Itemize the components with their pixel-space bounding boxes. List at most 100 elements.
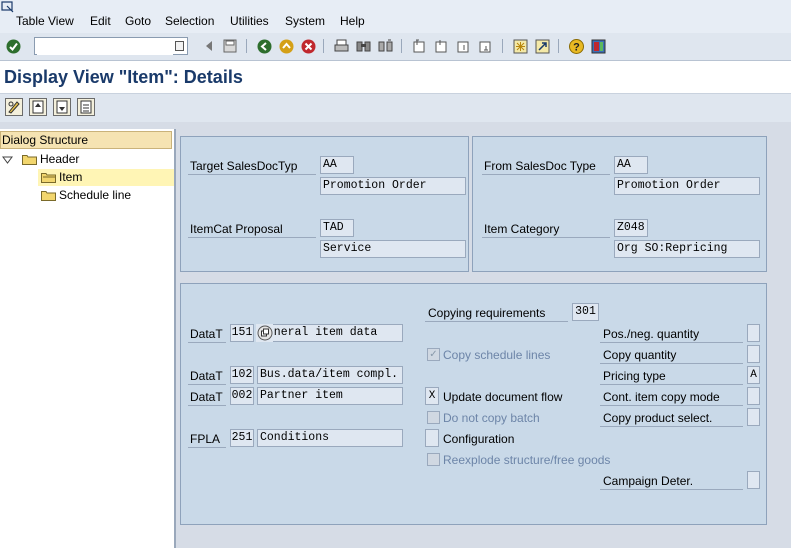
from-sales-doc-label: From SalesDoc Type	[484, 159, 596, 173]
reexplode-label: Reexplode structure/free goods	[443, 453, 611, 467]
command-history-icon[interactable]	[175, 41, 184, 51]
tree-label-schedule-line: Schedule line	[59, 188, 132, 202]
datat-code-field-1[interactable]: 151	[230, 324, 254, 342]
item-category-field[interactable]: Z048	[614, 219, 648, 237]
fpla-desc: Conditions	[257, 429, 403, 447]
page-title: Display View "Item": Details	[4, 67, 243, 87]
document-up-icon	[32, 100, 44, 114]
find-next-icon[interactable]	[377, 38, 393, 54]
do-not-copy-batch-checkbox[interactable]	[427, 411, 440, 424]
svg-text:?: ?	[573, 41, 580, 53]
customize-layout-icon[interactable]	[590, 38, 606, 54]
pricing-type-field[interactable]: A	[747, 366, 760, 384]
copy-quantity-label: Copy quantity	[603, 348, 677, 362]
update-document-flow-label: Update document flow	[443, 390, 563, 404]
value-help-icon	[257, 325, 272, 341]
value-help-button[interactable]	[256, 324, 273, 342]
previous-entry-button[interactable]	[29, 98, 47, 116]
datat-label-1: DataT	[190, 327, 223, 341]
title-bar: Display View "Item": Details	[0, 61, 791, 94]
itemcat-proposal-desc: Service	[320, 240, 466, 258]
next-entry-button[interactable]	[53, 98, 71, 116]
itemcat-proposal-field[interactable]: TAD	[320, 219, 354, 237]
enter-icon[interactable]	[5, 38, 21, 54]
tree-node-schedule-line[interactable]: Schedule line	[41, 187, 131, 203]
help-icon[interactable]: ?	[568, 38, 584, 54]
document-down-icon	[56, 100, 68, 114]
datat-desc-2: Bus.data/item compl.	[257, 366, 403, 384]
tree-node-item[interactable]: Item	[41, 169, 82, 185]
previous-page-icon[interactable]	[433, 38, 449, 54]
reexplode-checkbox[interactable]	[427, 453, 440, 466]
menu-selection[interactable]: Selection	[165, 14, 214, 28]
datat-code-field-2[interactable]: 102	[230, 366, 254, 384]
other-entry-button[interactable]	[77, 98, 95, 116]
menu-help[interactable]: Help	[340, 14, 365, 28]
configuration-label: Configuration	[443, 432, 515, 446]
tree-label-item: Item	[59, 170, 83, 184]
datat-code-field-3[interactable]: 002	[230, 387, 254, 405]
menu-bar: Table View Edit Goto Selection Utilities…	[0, 0, 791, 33]
command-input[interactable]	[37, 39, 173, 55]
arrow-left-icon[interactable]	[201, 38, 217, 54]
standard-toolbar: ?	[0, 33, 791, 61]
do-not-copy-batch-label: Do not copy batch	[443, 411, 540, 425]
copy-schedule-lines-checkbox[interactable]: ✓	[427, 348, 440, 361]
expand-triangle-icon[interactable]	[2, 154, 13, 165]
dialog-structure-tree: Dialog Structure Header Item Schedule li…	[0, 129, 176, 548]
item-category-label: Item Category	[484, 222, 560, 236]
copy-product-select-field[interactable]	[747, 408, 760, 426]
cancel-icon[interactable]	[300, 38, 316, 54]
dialog-structure-title: Dialog Structure	[0, 131, 172, 149]
copying-requirements-label: Copying requirements	[428, 306, 546, 320]
shortcut-icon[interactable]	[534, 38, 550, 54]
configuration-field[interactable]	[425, 429, 439, 447]
command-field[interactable]	[34, 37, 188, 55]
update-document-flow-field[interactable]: X	[425, 387, 439, 405]
tree-node-header[interactable]: Header	[2, 151, 79, 167]
datat-desc-3: Partner item	[257, 387, 403, 405]
from-sales-doc-field[interactable]: AA	[614, 156, 648, 174]
exit-icon[interactable]	[278, 38, 294, 54]
display-change-button[interactable]	[5, 98, 23, 116]
campaign-deter-field[interactable]	[747, 471, 760, 489]
target-sales-doc-label: Target SalesDocTyp	[190, 159, 298, 173]
copy-product-select-label: Copy product select.	[603, 411, 713, 425]
folder-icon	[22, 154, 37, 165]
campaign-deter-label: Campaign Deter.	[603, 474, 694, 488]
fpla-code-field[interactable]: 251	[230, 429, 254, 447]
save-icon[interactable]	[222, 38, 238, 54]
menu-table-view[interactable]: Table View	[16, 14, 74, 28]
open-folder-icon	[41, 172, 56, 183]
from-sales-doc-desc: Promotion Order	[614, 177, 760, 195]
pencil-glasses-icon	[8, 101, 20, 114]
create-session-icon[interactable]	[512, 38, 528, 54]
find-icon[interactable]	[355, 38, 371, 54]
next-page-icon[interactable]	[455, 38, 471, 54]
copy-quantity-field[interactable]	[747, 345, 760, 363]
item-category-desc: Org SO:Repricing	[614, 240, 760, 258]
target-sales-doc-field[interactable]: AA	[320, 156, 354, 174]
menu-goto[interactable]: Goto	[125, 14, 151, 28]
pricing-type-label: Pricing type	[603, 369, 666, 383]
folder-icon	[41, 190, 56, 201]
menu-logo-icon[interactable]	[1, 1, 15, 13]
tree-label-header: Header	[40, 152, 80, 166]
itemcat-proposal-label: ItemCat Proposal	[190, 222, 283, 236]
pos-neg-quantity-label: Pos./neg. quantity	[603, 327, 700, 341]
print-icon[interactable]	[333, 38, 349, 54]
first-page-icon[interactable]	[411, 38, 427, 54]
last-page-icon[interactable]	[477, 38, 493, 54]
menu-system[interactable]: System	[285, 14, 325, 28]
document-list-icon	[80, 100, 92, 114]
datat-label-3: DataT	[190, 390, 223, 404]
application-toolbar	[0, 94, 791, 122]
copying-requirements-field[interactable]: 301	[572, 303, 599, 321]
cont-item-copy-mode-field[interactable]	[747, 387, 760, 405]
pos-neg-quantity-field[interactable]	[747, 324, 760, 342]
datat-desc-1: General item data	[257, 324, 403, 342]
menu-edit[interactable]: Edit	[90, 14, 111, 28]
datat-label-2: DataT	[190, 369, 223, 383]
back-icon[interactable]	[256, 38, 272, 54]
menu-utilities[interactable]: Utilities	[230, 14, 269, 28]
